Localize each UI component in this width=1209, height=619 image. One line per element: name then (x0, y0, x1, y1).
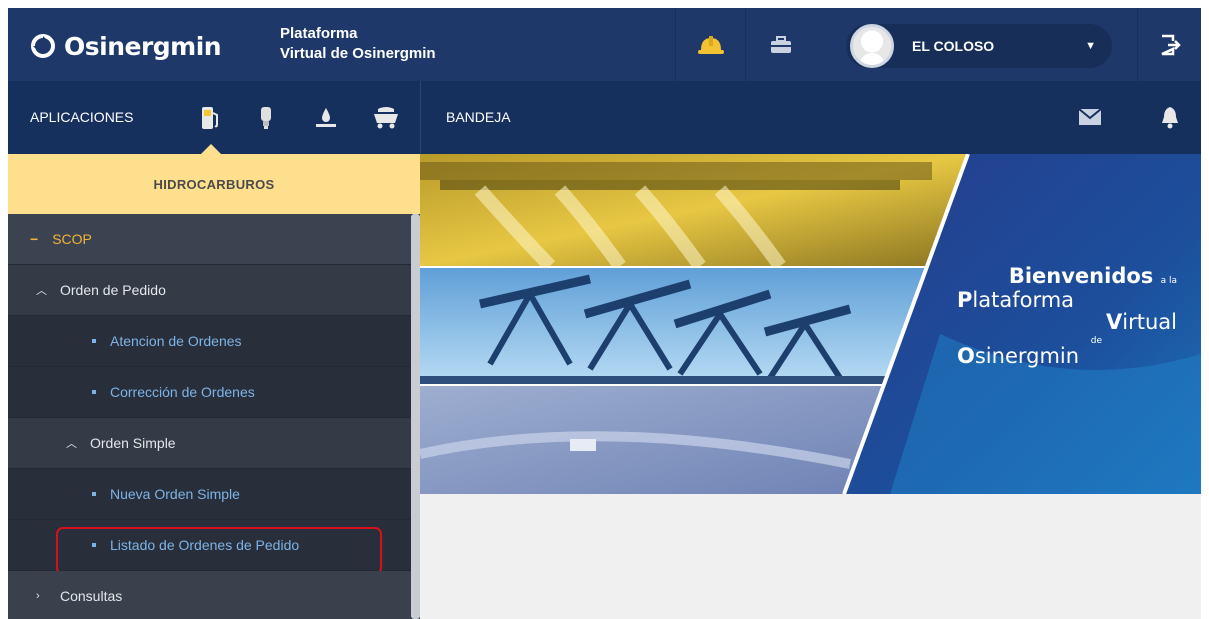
welcome-de: de (1090, 336, 1103, 346)
applications-bar: APLICACIONES BANDEJA (8, 81, 1201, 154)
welcome-initial-v: V (1106, 310, 1123, 334)
user-menu[interactable]: EL COLOSO ▼ (846, 24, 1112, 68)
oil-drop-icon (316, 108, 336, 127)
welcome-line-1: Bienvenidos (1008, 264, 1154, 288)
sidebar-item-label: Orden Simple (90, 435, 176, 451)
app-window: Osinergmin Plataforma Virtual de Osinerg… (8, 8, 1201, 619)
platform-title: Plataforma Virtual de Osinergmin (280, 24, 436, 64)
mail-icon (1078, 108, 1102, 125)
inbox-label[interactable]: BANDEJA (446, 109, 511, 125)
briefcase-button[interactable] (745, 8, 815, 81)
sidebar-item-correccion-de-ordenes[interactable]: Corrección de Ordenes (8, 367, 420, 418)
fuel-pump-icon (202, 107, 218, 129)
electricity-app-button[interactable] (246, 99, 286, 137)
welcome-initial-p: P (957, 288, 973, 312)
osinergmin-logo[interactable]: Osinergmin (30, 26, 222, 66)
welcome-a-la: a la (1160, 276, 1177, 286)
chevron-down-icon: ▼ (1085, 40, 1096, 52)
sidebar-item-consultas[interactable]: › Consultas (8, 571, 420, 619)
mining-cart-icon (374, 107, 398, 129)
sidebar-item-label: Consultas (60, 588, 123, 604)
gas-app-button[interactable] (306, 99, 346, 137)
bell-icon (1162, 107, 1178, 129)
sidebar-item-orden-simple[interactable]: ︿ Orden Simple (8, 418, 420, 469)
bulb-icon (261, 107, 271, 129)
user-name: EL COLOSO (912, 38, 995, 54)
sidebar-item-orden-de-pedido[interactable]: ︿ Orden de Pedido (8, 265, 420, 316)
sidebar-item-label: SCOP (52, 231, 92, 247)
active-app-pointer (201, 144, 221, 154)
bullet-icon (92, 492, 96, 496)
logo-ring-icon (31, 34, 55, 58)
logout-button[interactable] (1137, 8, 1201, 81)
top-header: Osinergmin Plataforma Virtual de Osinerg… (8, 8, 1201, 81)
sidebar-item-nueva-orden-simple[interactable]: Nueva Orden Simple (8, 469, 420, 520)
welcome-banner: Bienvenidos a la Plataforma deVirtual Os… (420, 154, 1201, 494)
bullet-icon (92, 390, 96, 394)
sidebar: HIDROCARBUROS − SCOP ︿ Orden de Pedido A… (8, 154, 420, 619)
avatar (850, 24, 894, 68)
welcome-line-3: irtual (1122, 310, 1177, 334)
welcome-line-4: sinergmin (974, 344, 1080, 368)
mining-app-button[interactable] (366, 99, 406, 137)
mail-button[interactable] (1078, 108, 1102, 131)
platform-title-line1: Plataforma (280, 25, 358, 42)
sidebar-item-label: Corrección de Ordenes (110, 384, 255, 400)
helmet-icon (697, 35, 724, 54)
sidebar-item-atencion-de-ordenes[interactable]: Atencion de Ordenes (8, 316, 420, 367)
welcome-text: Bienvenidos a la Plataforma deVirtual Os… (947, 264, 1177, 368)
bar-divider (420, 81, 421, 154)
helmet-button[interactable] (675, 8, 745, 81)
applications-label: APLICACIONES (30, 109, 134, 125)
sidebar-scrollbar[interactable] (411, 214, 420, 619)
sidebar-section-title: HIDROCARBUROS (8, 154, 420, 214)
highlight-box (56, 527, 382, 575)
hydrocarbons-app-button[interactable] (190, 99, 230, 137)
chevron-up-icon: ︿ (36, 285, 47, 297)
sidebar-item-label: Atencion de Ordenes (110, 333, 242, 349)
sidebar-item-label: Nueva Orden Simple (110, 486, 240, 502)
collapse-icon: − (30, 231, 39, 247)
welcome-line-2: lataforma (972, 288, 1075, 312)
chevron-up-icon: ︿ (66, 438, 77, 450)
logout-icon (1160, 34, 1181, 55)
scrollbar-thumb[interactable] (411, 214, 420, 619)
notifications-button[interactable] (1160, 105, 1180, 134)
sidebar-item-label: Orden de Pedido (60, 282, 166, 298)
briefcase-icon (770, 35, 791, 53)
platform-title-line2: Virtual de Osinergmin (280, 45, 436, 62)
chevron-right-icon: › (36, 590, 40, 602)
sidebar-item-scop[interactable]: − SCOP (8, 214, 420, 265)
logo-text: Osinergmin (64, 31, 222, 61)
sidebar-item-listado-de-ordenes-de-pedido[interactable]: Listado de Ordenes de Pedido (8, 520, 420, 575)
bullet-icon (92, 339, 96, 343)
welcome-initial-o: O (957, 344, 975, 368)
